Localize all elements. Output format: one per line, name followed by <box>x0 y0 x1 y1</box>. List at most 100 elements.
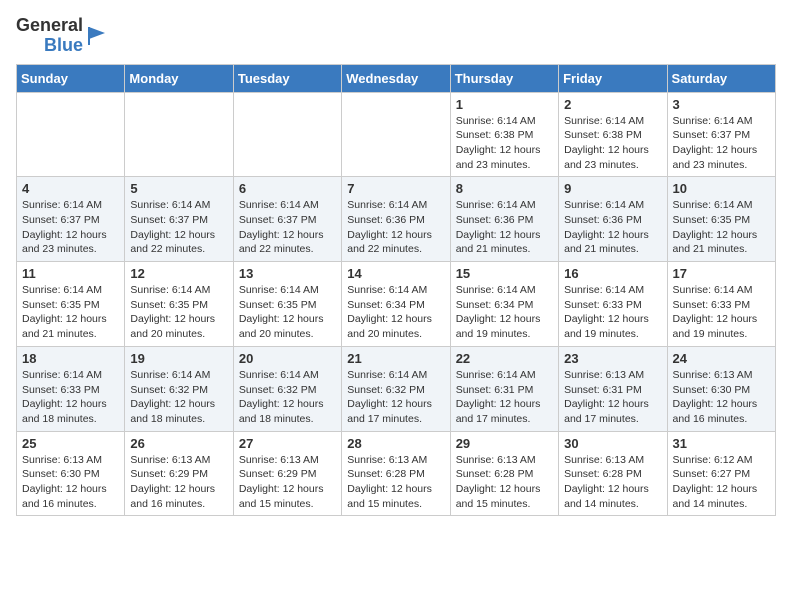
calendar-cell: 23 Sunrise: 6:13 AM Sunset: 6:31 PM Dayli… <box>559 346 667 431</box>
day-info: Sunrise: 6:13 AM Sunset: 6:30 PM Dayligh… <box>673 368 770 427</box>
calendar-cell: 13 Sunrise: 6:14 AM Sunset: 6:35 PM Dayli… <box>233 262 341 347</box>
day-number: 31 <box>673 436 770 451</box>
calendar-cell: 30 Sunrise: 6:13 AM Sunset: 6:28 PM Dayli… <box>559 431 667 516</box>
day-info: Sunrise: 6:14 AM Sunset: 6:35 PM Dayligh… <box>239 283 336 342</box>
calendar-cell: 9Sunrise: 6:14 AM Sunset: 6:36 PM Daylig… <box>559 177 667 262</box>
calendar-week-row: 4 Sunrise: 6:14 AM Sunset: 6:37 PM Daylig… <box>17 177 776 262</box>
day-info: Sunrise: 6:14 AM Sunset: 6:35 PM Dayligh… <box>130 283 227 342</box>
calendar-week-row: 18 Sunrise: 6:14 AM Sunset: 6:33 PM Dayli… <box>17 346 776 431</box>
day-number: 2 <box>564 97 661 112</box>
day-number: 30 <box>564 436 661 451</box>
day-info: Sunrise: 6:13 AM Sunset: 6:31 PM Dayligh… <box>564 368 661 427</box>
day-info: Sunrise: 6:14 AM Sunset: 6:35 PM Dayligh… <box>673 198 770 257</box>
calendar-cell: 7 Sunrise: 6:14 AM Sunset: 6:36 PM Daylig… <box>342 177 450 262</box>
calendar-cell: 21Sunrise: 6:14 AM Sunset: 6:32 PM Dayli… <box>342 346 450 431</box>
calendar-cell: 14 Sunrise: 6:14 AM Sunset: 6:34 PM Dayli… <box>342 262 450 347</box>
calendar-cell: 8Sunrise: 6:14 AM Sunset: 6:36 PM Daylig… <box>450 177 558 262</box>
logo-flag-icon <box>85 25 107 47</box>
calendar-cell: 22 Sunrise: 6:14 AM Sunset: 6:31 PM Dayli… <box>450 346 558 431</box>
day-number: 16 <box>564 266 661 281</box>
calendar-cell: 17 Sunrise: 6:14 AM Sunset: 6:33 PM Dayli… <box>667 262 775 347</box>
day-header-tuesday: Tuesday <box>233 64 341 92</box>
day-info: Sunrise: 6:12 AM Sunset: 6:27 PM Dayligh… <box>673 453 770 512</box>
calendar-week-row: 11 Sunrise: 6:14 AM Sunset: 6:35 PM Dayli… <box>17 262 776 347</box>
day-number: 8 <box>456 181 553 196</box>
day-info: Sunrise: 6:14 AM Sunset: 6:32 PM Dayligh… <box>130 368 227 427</box>
logo-blue: Blue <box>44 36 83 56</box>
calendar-cell: 6 Sunrise: 6:14 AM Sunset: 6:37 PM Daylig… <box>233 177 341 262</box>
day-number: 7 <box>347 181 444 196</box>
day-number: 21 <box>347 351 444 366</box>
day-info: Sunrise: 6:14 AM Sunset: 6:33 PM Dayligh… <box>564 283 661 342</box>
day-info: Sunrise: 6:14 AM Sunset: 6:34 PM Dayligh… <box>347 283 444 342</box>
calendar-cell <box>125 92 233 177</box>
calendar-cell: 1 Sunrise: 6:14 AM Sunset: 6:38 PM Daylig… <box>450 92 558 177</box>
day-number: 12 <box>130 266 227 281</box>
day-number: 13 <box>239 266 336 281</box>
day-number: 4 <box>22 181 119 196</box>
calendar-week-row: 25 Sunrise: 6:13 AM Sunset: 6:30 PM Dayli… <box>17 431 776 516</box>
calendar-week-row: 1 Sunrise: 6:14 AM Sunset: 6:38 PM Daylig… <box>17 92 776 177</box>
day-header-thursday: Thursday <box>450 64 558 92</box>
day-header-wednesday: Wednesday <box>342 64 450 92</box>
day-number: 9 <box>564 181 661 196</box>
day-number: 6 <box>239 181 336 196</box>
day-header-saturday: Saturday <box>667 64 775 92</box>
day-number: 17 <box>673 266 770 281</box>
day-number: 23 <box>564 351 661 366</box>
logo-general: General <box>16 16 83 36</box>
calendar-cell <box>17 92 125 177</box>
day-info: Sunrise: 6:14 AM Sunset: 6:37 PM Dayligh… <box>239 198 336 257</box>
day-header-friday: Friday <box>559 64 667 92</box>
day-number: 22 <box>456 351 553 366</box>
day-info: Sunrise: 6:14 AM Sunset: 6:37 PM Dayligh… <box>673 114 770 173</box>
calendar-cell: 10 Sunrise: 6:14 AM Sunset: 6:35 PM Dayli… <box>667 177 775 262</box>
day-info: Sunrise: 6:14 AM Sunset: 6:31 PM Dayligh… <box>456 368 553 427</box>
calendar-cell: 31 Sunrise: 6:12 AM Sunset: 6:27 PM Dayli… <box>667 431 775 516</box>
calendar-cell: 27 Sunrise: 6:13 AM Sunset: 6:29 PM Dayli… <box>233 431 341 516</box>
day-number: 5 <box>130 181 227 196</box>
calendar-cell: 29 Sunrise: 6:13 AM Sunset: 6:28 PM Dayli… <box>450 431 558 516</box>
calendar-cell: 19 Sunrise: 6:14 AM Sunset: 6:32 PM Dayli… <box>125 346 233 431</box>
day-number: 25 <box>22 436 119 451</box>
day-number: 24 <box>673 351 770 366</box>
calendar-cell: 18 Sunrise: 6:14 AM Sunset: 6:33 PM Dayli… <box>17 346 125 431</box>
day-number: 3 <box>673 97 770 112</box>
day-info: Sunrise: 6:14 AM Sunset: 6:37 PM Dayligh… <box>22 198 119 257</box>
day-info: Sunrise: 6:14 AM Sunset: 6:33 PM Dayligh… <box>673 283 770 342</box>
day-number: 27 <box>239 436 336 451</box>
day-info: Sunrise: 6:14 AM Sunset: 6:38 PM Dayligh… <box>564 114 661 173</box>
day-info: Sunrise: 6:13 AM Sunset: 6:28 PM Dayligh… <box>456 453 553 512</box>
day-number: 1 <box>456 97 553 112</box>
page-header: General Blue <box>16 16 776 56</box>
day-number: 28 <box>347 436 444 451</box>
day-info: Sunrise: 6:14 AM Sunset: 6:34 PM Dayligh… <box>456 283 553 342</box>
calendar-cell: 20Sunrise: 6:14 AM Sunset: 6:32 PM Dayli… <box>233 346 341 431</box>
calendar-cell: 5 Sunrise: 6:14 AM Sunset: 6:37 PM Daylig… <box>125 177 233 262</box>
calendar-cell: 12 Sunrise: 6:14 AM Sunset: 6:35 PM Dayli… <box>125 262 233 347</box>
day-number: 29 <box>456 436 553 451</box>
calendar-header-row: SundayMondayTuesdayWednesdayThursdayFrid… <box>17 64 776 92</box>
calendar-cell: 16 Sunrise: 6:14 AM Sunset: 6:33 PM Dayli… <box>559 262 667 347</box>
day-number: 10 <box>673 181 770 196</box>
day-number: 19 <box>130 351 227 366</box>
day-info: Sunrise: 6:13 AM Sunset: 6:29 PM Dayligh… <box>239 453 336 512</box>
day-info: Sunrise: 6:14 AM Sunset: 6:37 PM Dayligh… <box>130 198 227 257</box>
day-info: Sunrise: 6:13 AM Sunset: 6:28 PM Dayligh… <box>564 453 661 512</box>
calendar-cell: 4 Sunrise: 6:14 AM Sunset: 6:37 PM Daylig… <box>17 177 125 262</box>
day-number: 20 <box>239 351 336 366</box>
day-info: Sunrise: 6:14 AM Sunset: 6:36 PM Dayligh… <box>347 198 444 257</box>
calendar-cell: 11Sunrise: 6:14 AM Sunset: 6:35 PM Dayli… <box>17 262 125 347</box>
day-number: 14 <box>347 266 444 281</box>
logo: General Blue <box>16 16 107 56</box>
calendar-cell: 15Sunrise: 6:14 AM Sunset: 6:34 PM Dayli… <box>450 262 558 347</box>
day-info: Sunrise: 6:13 AM Sunset: 6:30 PM Dayligh… <box>22 453 119 512</box>
calendar-cell: 25 Sunrise: 6:13 AM Sunset: 6:30 PM Dayli… <box>17 431 125 516</box>
day-info: Sunrise: 6:13 AM Sunset: 6:29 PM Dayligh… <box>130 453 227 512</box>
day-info: Sunrise: 6:14 AM Sunset: 6:33 PM Dayligh… <box>22 368 119 427</box>
day-header-sunday: Sunday <box>17 64 125 92</box>
day-number: 18 <box>22 351 119 366</box>
day-info: Sunrise: 6:14 AM Sunset: 6:38 PM Dayligh… <box>456 114 553 173</box>
day-number: 11 <box>22 266 119 281</box>
day-info: Sunrise: 6:13 AM Sunset: 6:28 PM Dayligh… <box>347 453 444 512</box>
